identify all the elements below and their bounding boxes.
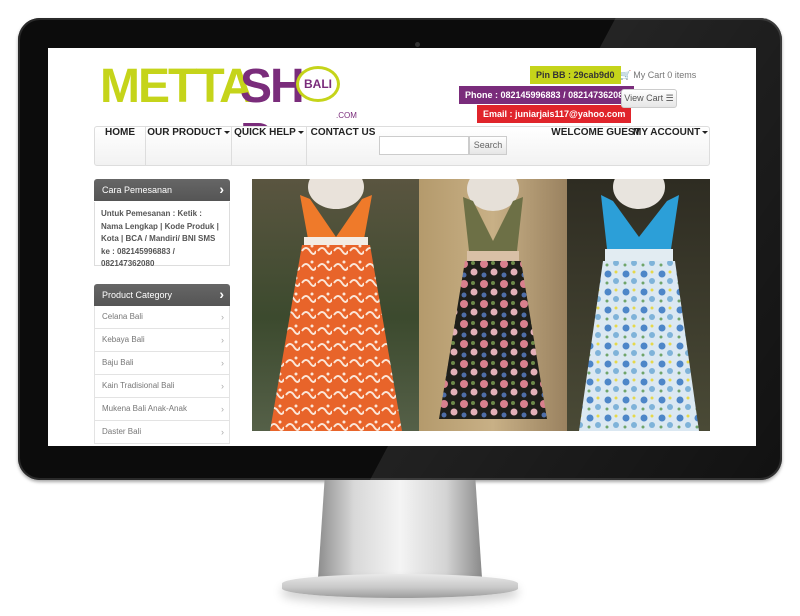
ordering-panel-title: Cara Pemesanan: [102, 185, 173, 195]
chevron-right-icon: ›: [221, 335, 224, 345]
orange-dress-graphic: [270, 179, 402, 431]
nav-home[interactable]: HOME: [95, 127, 145, 165]
category-label: Celana Bali: [102, 312, 143, 321]
logo-bubble-bali: BALI: [296, 66, 340, 102]
cart-summary-text: My Cart 0 items: [633, 70, 697, 80]
category-item-baju-bali[interactable]: Baju Bali ›: [94, 352, 230, 375]
ordering-instructions: Untuk Pemesanan : Ketik : Nama Lengkap |…: [94, 202, 230, 268]
logo-text-metta: METTA: [100, 60, 254, 113]
nav-contact-us[interactable]: CONTACT US: [307, 127, 379, 165]
caret-down-icon: [702, 130, 709, 134]
nav-our-product-label: OUR PRODUCT: [147, 127, 222, 138]
monitor-base: [282, 574, 518, 598]
category-label: Kebaya Bali: [102, 335, 145, 344]
nav-my-account-label: MY ACCOUNT: [633, 127, 701, 138]
cart-icon: 🛒: [620, 70, 632, 80]
logo-domain: .COM: [336, 111, 357, 120]
product-image-blue-dress[interactable]: [567, 179, 710, 431]
view-cart-button[interactable]: View Cart ☰: [621, 89, 677, 108]
category-label: Mukena Bali Anak-Anak: [102, 404, 187, 413]
chevron-right-icon: ›: [221, 427, 224, 437]
category-panel-title: Product Category: [102, 290, 173, 300]
chevron-right-icon: ›: [221, 358, 224, 368]
monitor-stand: [318, 480, 482, 578]
hero-slider[interactable]: [252, 179, 710, 431]
ordering-panel-header[interactable]: Cara Pemesanan ›: [94, 179, 230, 201]
chevron-right-icon: ›: [219, 181, 224, 197]
chevron-right-icon: ›: [221, 381, 224, 391]
caret-down-icon: [297, 130, 304, 134]
product-image-floral-dress[interactable]: [419, 179, 567, 431]
view-cart-label: View Cart: [624, 93, 664, 103]
category-label: Kain Tradisional Bali: [102, 381, 175, 390]
search-button[interactable]: Search: [469, 136, 507, 155]
chevron-right-icon: ›: [221, 404, 224, 414]
nav-our-product[interactable]: OUR PRODUCT: [146, 127, 231, 165]
floral-dress-graphic: [439, 179, 547, 419]
category-panel-header[interactable]: Product Category ›: [94, 284, 230, 306]
category-label: Baju Bali: [102, 358, 134, 367]
category-item-daster-bali[interactable]: Daster Bali ›: [94, 421, 230, 444]
category-label: Daster Bali: [102, 427, 142, 436]
blue-dress-graphic: [579, 179, 699, 431]
product-image-orange-dress[interactable]: [252, 179, 419, 431]
cart-summary[interactable]: 🛒 My Cart 0 items: [620, 70, 696, 81]
webcam-icon: [415, 42, 420, 47]
website-screen: METTA SHP BALI .COM Pin BB : 29cab9d0 Ph…: [48, 48, 756, 446]
category-list: Celana Bali › Kebaya Bali › Baju Bali › Kai…: [94, 306, 230, 444]
caret-down-icon: [223, 130, 230, 134]
phone-badge: Phone : 082145996883 / 082147362080: [459, 86, 635, 104]
list-icon: ☰: [665, 93, 674, 103]
chevron-right-icon: ›: [221, 312, 224, 322]
nav-quick-help[interactable]: QUICK HELP: [232, 127, 306, 165]
nav-quick-help-label: QUICK HELP: [234, 127, 296, 138]
email-badge: Email : juniarjais117@yahoo.com: [477, 105, 632, 123]
pin-bb-badge: Pin BB : 29cab9d0: [530, 66, 621, 84]
category-item-kebaya-bali[interactable]: Kebaya Bali ›: [94, 329, 230, 352]
chevron-right-icon: ›: [219, 286, 224, 302]
category-item-celana-bali[interactable]: Celana Bali ›: [94, 306, 230, 329]
category-item-mukena-bali-anak-anak[interactable]: Mukena Bali Anak-Anak ›: [94, 398, 230, 421]
main-navbar: HOME OUR PRODUCT QUICK HELP CONTACT US S…: [94, 126, 710, 166]
category-item-kain-tradisional-bali[interactable]: Kain Tradisional Bali ›: [94, 375, 230, 398]
nav-my-account[interactable]: MY ACCOUNT: [633, 127, 709, 165]
search-input[interactable]: [379, 136, 469, 155]
site-logo[interactable]: METTA SHP BALI .COM: [100, 60, 360, 167]
welcome-guest-text: WELCOME GUEST: [551, 127, 641, 138]
